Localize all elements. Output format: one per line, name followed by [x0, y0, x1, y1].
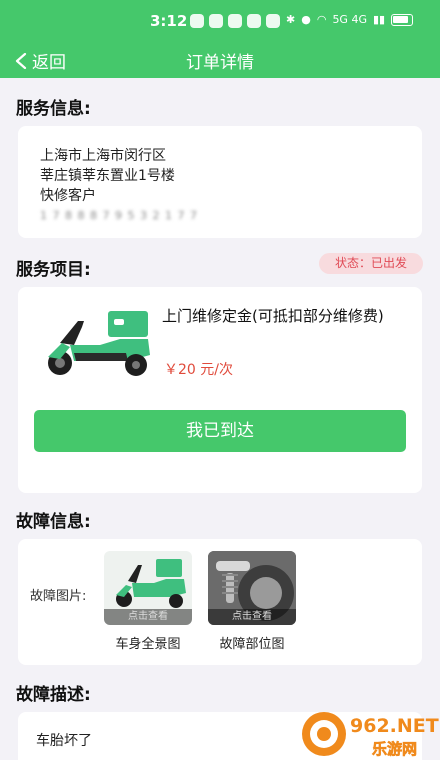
address-block: 上海市上海市闵行区 莘庄镇莘东置业1号楼 快修客户 1 7 8 8 8 7 9 … — [40, 146, 198, 226]
customer-name: 快修客户 — [40, 188, 96, 204]
bluetooth-icon: ✱ — [286, 13, 296, 26]
status-badge: 状态：已出发 — [319, 253, 423, 274]
status-time: 3:12 — [150, 12, 188, 30]
fault-pic-label: 故障图片: — [30, 589, 87, 604]
location-icon: ● — [301, 13, 311, 26]
thumb-caption: 车身全景图 — [115, 637, 181, 652]
arrived-button[interactable]: 我已到达 — [34, 410, 406, 452]
service-item-card: 上门维修定金(可抵扣部分维修费) ￥20 元/次 我已到达 — [18, 287, 422, 493]
page-title: 订单详情 — [186, 53, 254, 73]
thumb-overlay: 点击查看 — [104, 609, 192, 625]
app-notification-icon — [247, 14, 261, 28]
svg-text:962.NET: 962.NET — [350, 715, 439, 737]
thumb-caption: 故障部位图 — [219, 637, 285, 652]
service-info-heading: 服务信息: — [16, 99, 91, 119]
battery-icon — [391, 13, 414, 26]
thumb-overlay: 点击查看 — [208, 609, 296, 625]
fault-info-card: 故障图片: 点击查看 车身全景图 点击查看 故障部位图 — [18, 539, 422, 665]
service-item-name: 上门维修定金(可抵扣部分维修费) — [162, 307, 384, 325]
customer-phone: 1 7 8 8 8 7 9 5 3 2 1 7 7 — [40, 209, 198, 222]
scooter-image — [48, 311, 150, 376]
address-line2: 莘庄镇莘东置业1号楼 — [40, 168, 175, 184]
service-items-heading: 服务项目: — [16, 260, 91, 280]
wifi-icon: ◠ — [316, 13, 327, 26]
service-info-card: 上海市上海市闵行区 莘庄镇莘东置业1号楼 快修客户 1 7 8 8 8 7 9 … — [18, 126, 422, 238]
app-notification-icon — [190, 14, 204, 28]
service-item-price: ￥20 元/次 — [164, 362, 233, 378]
fault-desc-heading: 故障描述: — [16, 685, 91, 705]
app-notification-icon — [209, 14, 223, 28]
signal-icon: ▮▮ — [372, 13, 386, 26]
signal-text: 5G 4G — [332, 13, 367, 26]
site-watermark-logo: 962.NET 乐游网 — [302, 712, 439, 758]
notification-icons — [190, 14, 280, 28]
nav-bar: 返回 订单详情 — [0, 42, 440, 78]
fault-thumb-detail[interactable]: 点击查看 — [208, 551, 296, 625]
system-indicators: ✱ ● ◠ 5G 4G ▮▮ — [286, 13, 414, 26]
status-bar: 3:12 ✱ ● ◠ 5G 4G ▮▮ — [0, 0, 440, 42]
address-line1: 上海市上海市闵行区 — [40, 148, 166, 164]
app-notification-icon — [228, 14, 242, 28]
app-notification-icon — [266, 14, 280, 28]
fault-info-heading: 故障信息: — [16, 512, 91, 532]
svg-text:乐游网: 乐游网 — [372, 740, 417, 758]
fault-desc-text: 车胎坏了 — [36, 733, 92, 749]
fault-thumb-overview[interactable]: 点击查看 — [104, 551, 192, 625]
